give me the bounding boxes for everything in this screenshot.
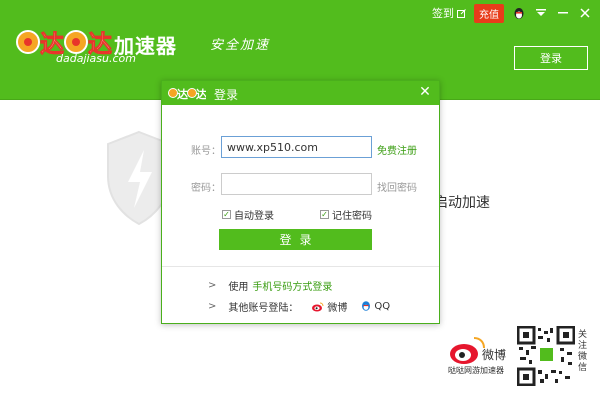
chevron-right-icon: > <box>208 280 217 291</box>
dialog-logo: 达 达 <box>168 87 206 101</box>
weibo-login-button[interactable]: 微博 <box>312 299 347 314</box>
dialog-close-icon[interactable]: ✕ <box>417 83 433 101</box>
top-toolbar: 签到 充值 <box>432 3 592 23</box>
svg-text:达: 达 <box>177 87 188 101</box>
qq-label: QQ <box>374 301 391 312</box>
header-login-button[interactable]: 登录 <box>514 46 588 70</box>
phone-login-prefix: 使用 <box>228 282 249 293</box>
auto-login-checkbox[interactable]: ✓ 自动登录 <box>222 207 274 222</box>
sign-in-link[interactable]: 签到 <box>432 5 466 21</box>
weibo-label: 微博 <box>327 303 348 314</box>
menu-dropdown-icon[interactable] <box>534 6 548 20</box>
brand-url: dadajiasu.com <box>56 52 136 65</box>
minimize-icon[interactable] <box>556 6 570 20</box>
weibo-logo: 微博 <box>450 337 506 364</box>
dialog-title: 登录 <box>214 88 239 102</box>
remember-password-label: 记住密码 <box>332 211 372 222</box>
account-input[interactable]: www.xp510.com <box>221 136 372 158</box>
sign-in-label: 签到 <box>432 7 454 20</box>
dialog-header: 达 达 登录 ✕ <box>162 81 439 105</box>
password-label: 密码： <box>191 183 221 194</box>
chevron-right-icon: > <box>208 301 217 312</box>
start-accel-text: 启动加速 <box>434 195 490 211</box>
forgot-password-link[interactable]: 找回密码 <box>377 179 417 194</box>
qq-penguin-icon[interactable] <box>512 6 526 20</box>
checkbox-checked-icon: ✓ <box>320 209 329 219</box>
other-accounts-label: 其他账号登陆： <box>228 303 299 314</box>
password-input[interactable] <box>221 173 372 195</box>
register-link[interactable]: 免费注册 <box>377 142 417 157</box>
edit-icon <box>457 8 466 18</box>
auto-login-label: 自动登录 <box>234 211 274 222</box>
qq-login-button[interactable]: QQ <box>361 301 390 312</box>
svg-text:达: 达 <box>196 87 206 101</box>
weibo-icon <box>312 302 324 311</box>
account-label: 账号： <box>191 146 221 157</box>
dialog-divider <box>162 266 439 267</box>
svg-text:微博: 微博 <box>482 347 506 362</box>
weibo-account-label: 哒哒网游加速器 <box>448 366 504 375</box>
slogan: 安全加速 <box>210 38 271 53</box>
login-submit-button[interactable]: 登录 <box>219 229 372 250</box>
login-dialog: 达 达 登录 ✕ 账号： www.xp510.com 免费注册 密码： 找回密码… <box>161 80 440 324</box>
recharge-button[interactable]: 充值 <box>474 3 504 23</box>
qq-icon <box>362 301 371 311</box>
phone-login-link[interactable]: 手机号码方式登录 <box>252 278 332 293</box>
wechat-qr-code <box>517 326 575 386</box>
follow-wechat-text: 关注微信 <box>578 330 588 373</box>
phone-login-row: > 使用 手机号码方式登录 <box>208 278 332 293</box>
checkbox-checked-icon: ✓ <box>222 209 231 219</box>
other-accounts-row: > 其他账号登陆： 微博 QQ <box>208 299 390 314</box>
remember-password-checkbox[interactable]: ✓ 记住密码 <box>320 207 372 222</box>
close-icon[interactable] <box>578 6 592 20</box>
